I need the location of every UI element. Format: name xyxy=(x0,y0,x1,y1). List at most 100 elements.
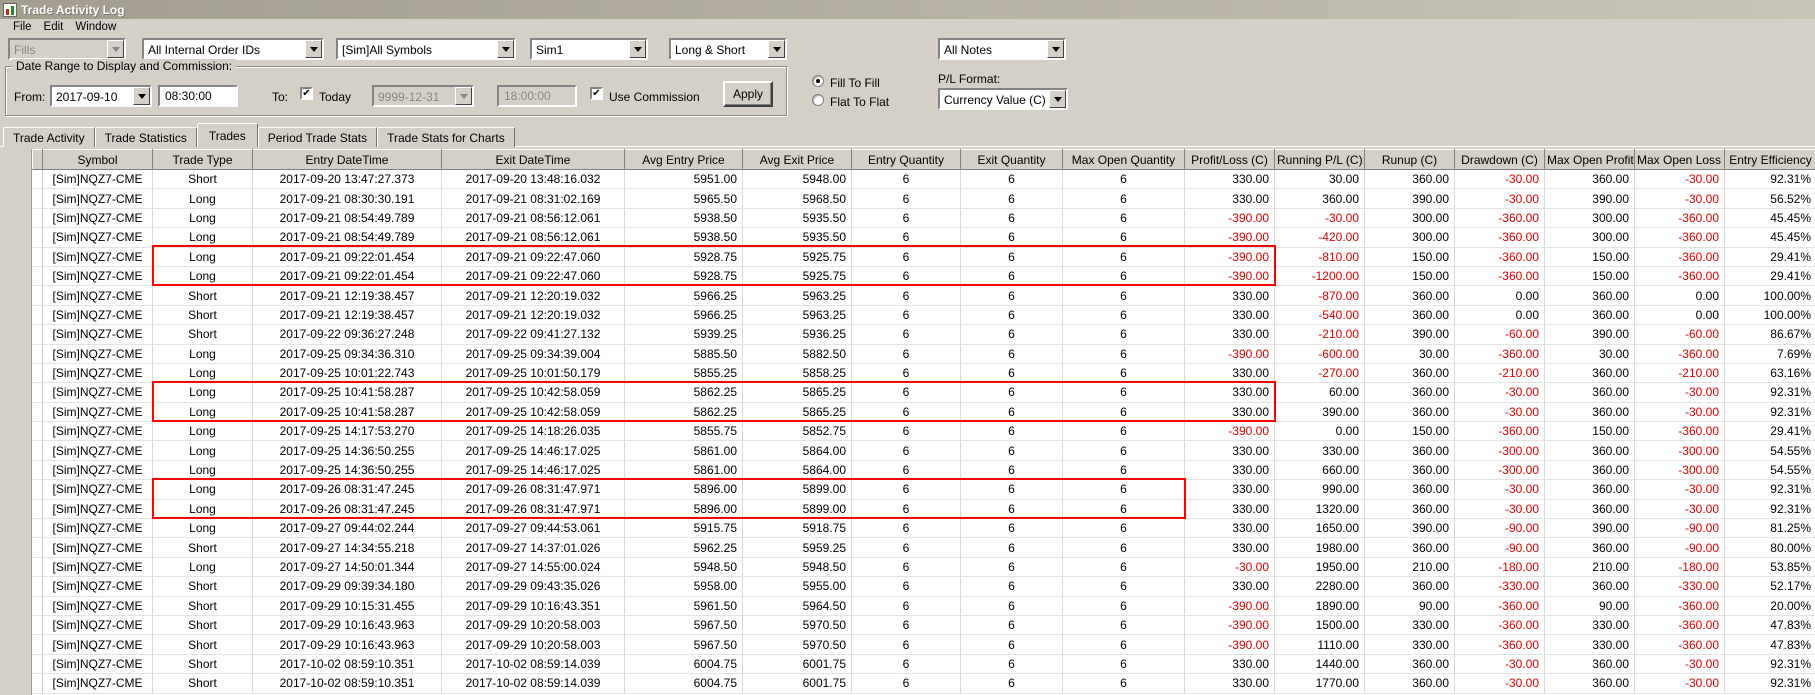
cell-entry-datetime: 2017-09-25 10:41:58.287 xyxy=(252,382,442,403)
cell-max-open-loss: -360.00 xyxy=(1634,208,1725,229)
column-header-max-open-loss[interactable]: Max Open Loss (C) xyxy=(1634,149,1725,170)
from-time-field[interactable]: 08:30:00 xyxy=(158,85,238,107)
cell-profit-loss: 330.00 xyxy=(1184,402,1275,423)
tab-trades[interactable]: Trades xyxy=(196,123,258,147)
cell-max-open-profit: 360.00 xyxy=(1544,285,1635,306)
table-row[interactable]: [Sim]NQZ7-CME Short 2017-10-02 08:59:10.35… xyxy=(32,673,1815,694)
symbol-filter-dropdown[interactable]: [Sim]All Symbols xyxy=(336,38,516,60)
dropdown-arrow-icon[interactable] xyxy=(1047,40,1064,58)
tab-trade-stats-for-charts[interactable]: Trade Stats for Charts xyxy=(377,127,515,147)
tab-trade-activity[interactable]: Trade Activity xyxy=(3,127,95,147)
table-row[interactable]: [Sim]NQZ7-CME Long 2017-09-25 10:41:58.287… xyxy=(32,402,1815,423)
table-row[interactable]: [Sim]NQZ7-CME Long 2017-09-26 08:31:47.245… xyxy=(32,499,1815,520)
today-checkbox[interactable]: ✔ xyxy=(300,87,313,100)
pl-format-dropdown[interactable]: Currency Value (C) xyxy=(938,88,1068,110)
account-dropdown[interactable]: Sim1 xyxy=(530,38,648,60)
table-row[interactable]: [Sim]NQZ7-CME Long 2017-09-21 08:54:49.789… xyxy=(32,208,1815,229)
column-header-max-open-profit[interactable]: Max Open Profit (C) xyxy=(1544,149,1635,170)
from-time-value: 08:30:00 xyxy=(165,89,212,103)
cell-max-open-profit: 390.00 xyxy=(1544,518,1635,539)
table-row[interactable]: [Sim]NQZ7-CME Long 2017-09-25 09:34:36.310… xyxy=(32,344,1815,364)
dropdown-arrow-icon[interactable] xyxy=(107,40,124,58)
column-header-drawdown[interactable]: Drawdown (C) xyxy=(1454,149,1545,170)
fill-to-fill-label[interactable]: Fill To Fill xyxy=(830,76,880,90)
row-gutter xyxy=(32,402,43,423)
tab-trade-statistics[interactable]: Trade Statistics xyxy=(94,127,197,147)
cell-avg-exit-price: 5918.75 xyxy=(742,518,852,539)
table-row[interactable]: [Sim]NQZ7-CME Long 2017-09-27 14:50:01.344… xyxy=(32,557,1815,578)
notes-dropdown[interactable]: All Notes xyxy=(938,38,1066,60)
column-header-trade-type[interactable]: Trade Type xyxy=(152,149,253,170)
cell-avg-entry-price: 5928.75 xyxy=(624,266,743,287)
table-row[interactable]: [Sim]NQZ7-CME Short 2017-09-29 10:16:43.96… xyxy=(32,615,1815,636)
dropdown-arrow-icon[interactable] xyxy=(497,40,514,58)
column-header-profit-loss[interactable]: Profit/Loss (C) xyxy=(1184,149,1275,170)
from-label: From: xyxy=(14,90,46,104)
internal-order-ids-dropdown[interactable]: All Internal Order IDs xyxy=(142,38,324,60)
dropdown-arrow-icon[interactable] xyxy=(1049,90,1066,108)
dropdown-arrow-icon[interactable] xyxy=(455,87,472,105)
menubar: File Edit Window xyxy=(0,19,1815,35)
column-header-max-open-quantity[interactable]: Max Open Quantity xyxy=(1062,149,1185,170)
column-header-exit-quantity[interactable]: Exit Quantity xyxy=(960,149,1063,170)
cell-avg-exit-price: 5959.25 xyxy=(742,537,852,558)
table-row[interactable]: [Sim]NQZ7-CME Long 2017-09-25 14:36:50.255… xyxy=(32,460,1815,481)
direction-dropdown[interactable]: Long & Short xyxy=(669,38,787,60)
menu-file[interactable]: File xyxy=(7,21,38,33)
table-row[interactable]: [Sim]NQZ7-CME Long 2017-09-21 08:30:30.191… xyxy=(32,188,1815,209)
cell-symbol: [Sim]NQZ7-CME xyxy=(42,576,153,597)
column-header-runup[interactable]: Runup (C) xyxy=(1364,149,1455,170)
table-row[interactable]: [Sim]NQZ7-CME Short 2017-09-27 14:34:55.21… xyxy=(32,537,1815,558)
table-row[interactable]: [Sim]NQZ7-CME Long 2017-09-21 08:54:49.789… xyxy=(32,227,1815,248)
dropdown-arrow-icon[interactable] xyxy=(768,40,785,58)
fills-dropdown[interactable]: Fills xyxy=(8,38,126,60)
account-value: Sim1 xyxy=(536,42,564,57)
column-header-exit-datetime[interactable]: Exit DateTime xyxy=(441,149,625,170)
tab-period-trade-stats[interactable]: Period Trade Stats xyxy=(257,127,378,147)
column-header-avg-exit-price[interactable]: Avg Exit Price xyxy=(742,149,852,170)
table-row[interactable]: [Sim]NQZ7-CME Short 2017-09-21 12:19:38.45… xyxy=(32,285,1815,306)
use-commission-label[interactable]: Use Commission xyxy=(609,90,700,104)
menu-window[interactable]: Window xyxy=(69,21,122,33)
table-row[interactable]: [Sim]NQZ7-CME Long 2017-09-27 09:44:02.244… xyxy=(32,518,1815,539)
cell-exit-datetime: 2017-09-21 08:56:12.061 xyxy=(441,208,625,229)
table-row[interactable]: [Sim]NQZ7-CME Long 2017-09-25 10:41:58.287… xyxy=(32,382,1815,403)
table-row[interactable]: [Sim]NQZ7-CME Long 2017-09-26 08:31:47.245… xyxy=(32,479,1815,500)
dropdown-arrow-icon[interactable] xyxy=(305,40,322,58)
dropdown-arrow-icon[interactable] xyxy=(133,87,150,105)
table-row[interactable]: [Sim]NQZ7-CME Short 2017-09-29 09:39:34.18… xyxy=(32,576,1815,597)
column-header-symbol[interactable]: Symbol xyxy=(42,149,153,170)
table-row[interactable]: [Sim]NQZ7-CME Short 2017-09-21 12:19:38.45… xyxy=(32,305,1815,326)
table-row[interactable]: [Sim]NQZ7-CME Short 2017-09-22 09:36:27.24… xyxy=(32,324,1815,345)
from-date-dropdown[interactable]: 2017-09-10 xyxy=(50,85,152,107)
table-row[interactable]: [Sim]NQZ7-CME Short 2017-10-02 08:59:10.35… xyxy=(32,654,1815,675)
titlebar[interactable]: Trade Activity Log xyxy=(0,0,1815,19)
app-icon xyxy=(3,2,17,17)
flat-to-flat-label[interactable]: Flat To Flat xyxy=(830,95,889,109)
use-commission-checkbox[interactable]: ✔ xyxy=(590,87,603,100)
column-header-avg-entry-price[interactable]: Avg Entry Price xyxy=(624,149,743,170)
table-row[interactable]: [Sim]NQZ7-CME Long 2017-09-21 09:22:01.454… xyxy=(32,247,1815,267)
column-header-entry-quantity[interactable]: Entry Quantity xyxy=(851,149,961,170)
menu-edit[interactable]: Edit xyxy=(38,21,70,33)
column-header-running-pl[interactable]: Running P/L (C) xyxy=(1274,149,1365,170)
table-row[interactable]: [Sim]NQZ7-CME Short 2017-09-20 13:47:27.37… xyxy=(32,169,1815,190)
table-row[interactable]: [Sim]NQZ7-CME Long 2017-09-25 14:36:50.255… xyxy=(32,440,1815,461)
row-gutter xyxy=(32,266,43,287)
table-row[interactable]: [Sim]NQZ7-CME Short 2017-09-29 10:15:31.45… xyxy=(32,596,1815,616)
flat-to-flat-radio[interactable] xyxy=(812,94,824,106)
fill-to-fill-radio[interactable] xyxy=(812,75,824,87)
today-checkbox-label[interactable]: Today xyxy=(319,90,351,104)
table-row[interactable]: [Sim]NQZ7-CME Long 2017-09-21 09:22:01.454… xyxy=(32,266,1815,287)
column-header-entry-datetime[interactable]: Entry DateTime xyxy=(252,149,442,170)
dropdown-arrow-icon[interactable] xyxy=(629,40,646,58)
table-row[interactable]: [Sim]NQZ7-CME Long 2017-09-25 10:01:22.743… xyxy=(32,363,1815,384)
column-header-entry-efficiency[interactable]: Entry Efficiency xyxy=(1724,149,1815,170)
cell-avg-entry-price: 5885.50 xyxy=(624,344,743,364)
to-time-field[interactable]: 18:00:00 xyxy=(497,85,577,107)
apply-button[interactable]: Apply xyxy=(723,81,773,107)
table-row[interactable]: [Sim]NQZ7-CME Long 2017-09-25 14:17:53.270… xyxy=(32,421,1815,442)
table-row[interactable]: [Sim]NQZ7-CME Short 2017-09-29 10:16:43.96… xyxy=(32,634,1815,655)
to-date-dropdown[interactable]: 9999-12-31 xyxy=(372,85,474,107)
row-gutter xyxy=(32,344,43,364)
